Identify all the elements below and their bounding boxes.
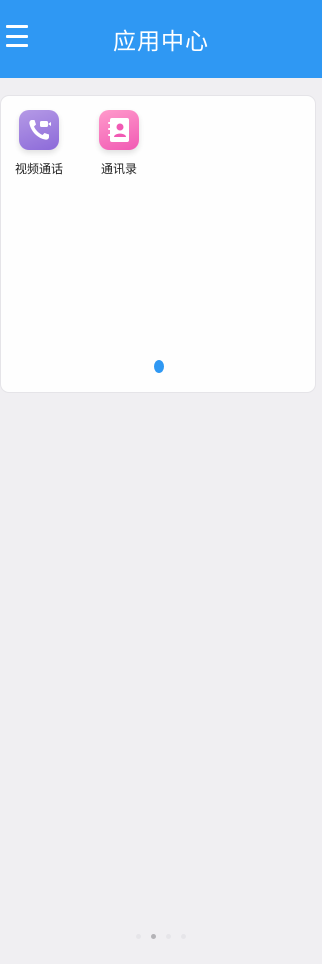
bottom-page-indicator: [0, 934, 322, 939]
indicator-dot: [136, 934, 141, 939]
phone-icon: [19, 110, 59, 150]
app-video-call[interactable]: 视频通话: [9, 110, 69, 177]
app-contacts[interactable]: 通讯录: [89, 110, 149, 177]
app-label: 通讯录: [100, 162, 137, 176]
app-grid-card: 视频通话 通讯录: [1, 96, 315, 392]
contacts-icon: [99, 110, 139, 150]
indicator-dot-active: [151, 934, 156, 939]
app-label: 视频通话: [14, 162, 63, 176]
app-header: 应用中心: [0, 0, 322, 78]
indicator-dot: [166, 934, 171, 939]
page-title: 应用中心: [113, 29, 209, 55]
indicator-dot: [181, 934, 186, 939]
page-indicator-dot: [154, 360, 164, 373]
